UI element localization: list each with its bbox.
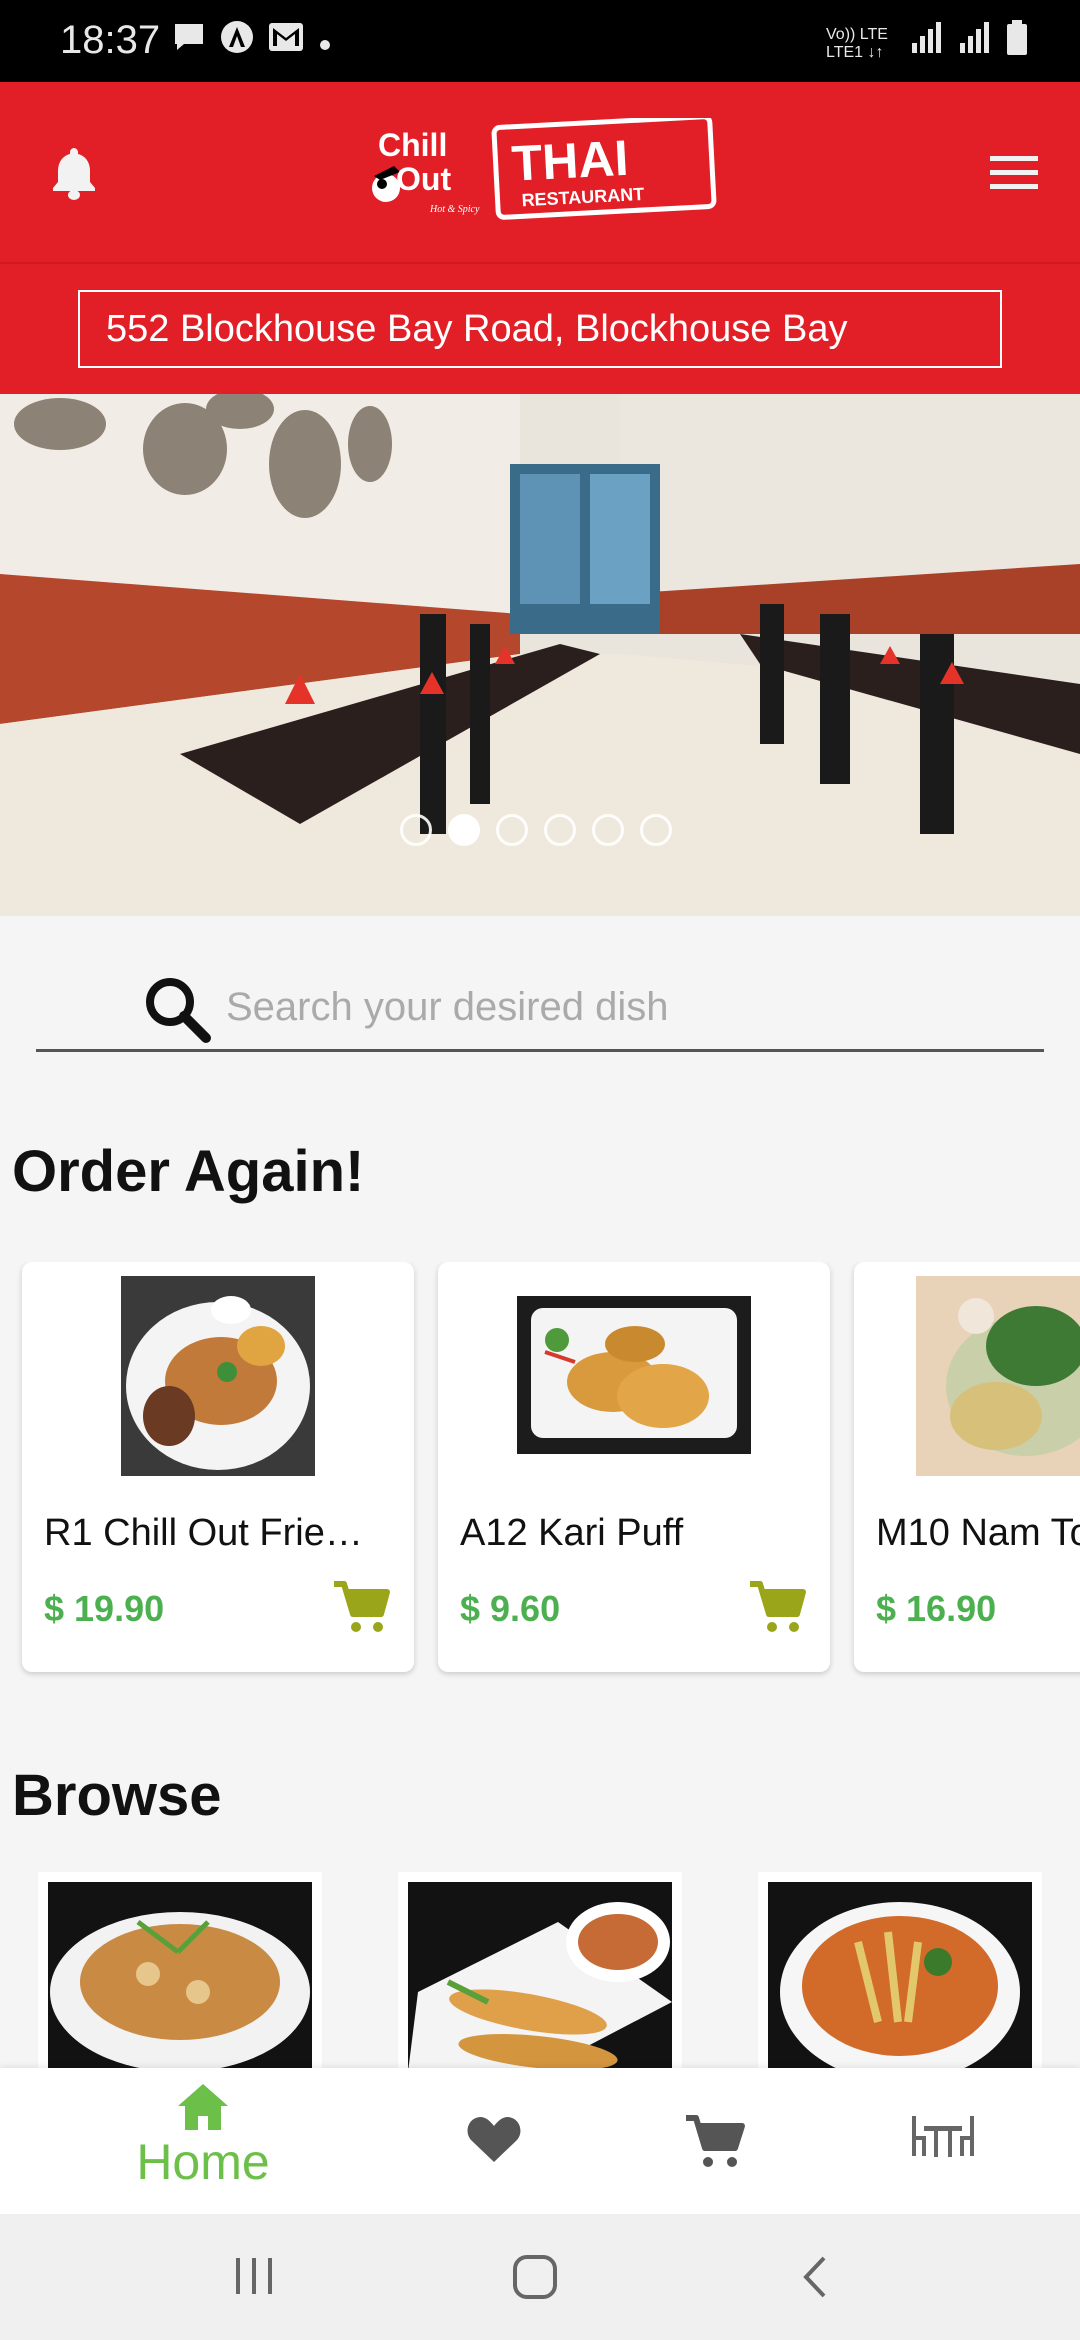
dish-image (517, 1276, 751, 1459)
add-to-cart-icon[interactable] (748, 1580, 806, 1636)
browse-category-item[interactable] (398, 1872, 682, 2068)
gmail-icon (268, 22, 304, 63)
order-again-card[interactable]: M10 Nam Tok $ 16.90 (854, 1262, 1080, 1672)
search-input[interactable] (226, 980, 1006, 1034)
battery-icon (1006, 20, 1028, 67)
dot-icon (318, 23, 332, 63)
add-to-cart-icon[interactable] (332, 1580, 390, 1636)
nav-home[interactable]: Home (128, 2082, 278, 2202)
bell-icon[interactable] (48, 144, 100, 200)
restaurant-logo: Chill Out Hot & Spicy THAI RESTAURANT (360, 114, 720, 228)
address-bar: 552 Blockhouse Bay Road, Blockhouse Bay (0, 262, 1080, 394)
category-image (48, 1882, 312, 2068)
signal-icon (910, 21, 944, 66)
nav-home-label: Home (136, 2134, 270, 2190)
back-icon[interactable] (800, 2254, 830, 2305)
order-again-list: R1 Chill Out Fried… $ 19.90 A12 Kari Puf… (0, 1262, 1080, 1682)
dish-price: $ 9.60 (460, 1588, 561, 1629)
status-time: 18:37 (60, 18, 161, 62)
carousel-dot-active[interactable] (448, 814, 480, 846)
message-icon (172, 21, 206, 64)
order-again-title: Order Again! (12, 1139, 365, 1204)
browse-category-item[interactable] (758, 1872, 1042, 2068)
home-button-icon[interactable] (512, 2254, 558, 2305)
search-icon[interactable] (140, 972, 214, 1046)
carousel-dot[interactable] (544, 814, 576, 846)
browse-title: Browse (12, 1763, 222, 1828)
signal-icon-2 (958, 21, 992, 66)
dish-price: $ 16.90 (876, 1588, 997, 1629)
order-again-card[interactable]: A12 Kari Puff $ 9.60 (438, 1262, 830, 1672)
logo-out: Out (396, 161, 451, 197)
carousel-dot[interactable] (400, 814, 432, 846)
dish-image (121, 1276, 315, 1481)
favorites-heart-icon[interactable] (466, 2114, 522, 2169)
restaurant-address[interactable]: 552 Blockhouse Bay Road, Blockhouse Bay (78, 290, 1002, 368)
carousel-dot[interactable] (640, 814, 672, 846)
notification-icons (172, 20, 332, 65)
dish-price: $ 19.90 (44, 1588, 165, 1629)
home-icon (178, 2084, 228, 2130)
dish-name: A12 Kari Puff (460, 1512, 684, 1554)
dish-image (916, 1276, 1080, 1481)
logo-chill: Chill (378, 127, 447, 163)
table-booking-icon[interactable] (910, 2114, 976, 2165)
browse-categories (0, 1872, 1080, 2068)
status-bar: 18:37 Vo)) LTE LTE1 ↓↑ (0, 0, 1080, 82)
recent-apps-icon[interactable] (232, 2254, 276, 2303)
hero-carousel[interactable] (0, 394, 1080, 916)
category-image (768, 1882, 1032, 2068)
logo-thai: THAI (510, 130, 629, 192)
system-status-icons: Vo)) LTE LTE1 ↓↑ (826, 20, 1028, 67)
app-a-icon (220, 20, 254, 65)
logo-tagline: Hot & Spicy (429, 204, 480, 215)
app-header: Chill Out Hot & Spicy THAI RESTAURANT (0, 82, 1080, 262)
category-image (408, 1882, 672, 2068)
cart-icon[interactable] (684, 2114, 746, 2175)
order-again-card[interactable]: R1 Chill Out Fried… $ 19.90 (22, 1262, 414, 1672)
network-type-label: Vo)) LTE LTE1 ↓↑ (826, 25, 888, 61)
carousel-dot[interactable] (592, 814, 624, 846)
search-bar (36, 960, 1044, 1052)
bottom-navigation: Home (0, 2068, 1080, 2214)
dish-name: R1 Chill Out Fried… (44, 1512, 374, 1554)
dish-name: M10 Nam Tok (876, 1512, 1080, 1554)
carousel-indicators (400, 814, 672, 846)
system-navigation-bar (0, 2214, 1080, 2340)
carousel-dot[interactable] (496, 814, 528, 846)
browse-category-item[interactable] (38, 1872, 322, 2068)
hamburger-menu-icon[interactable] (988, 152, 1040, 192)
